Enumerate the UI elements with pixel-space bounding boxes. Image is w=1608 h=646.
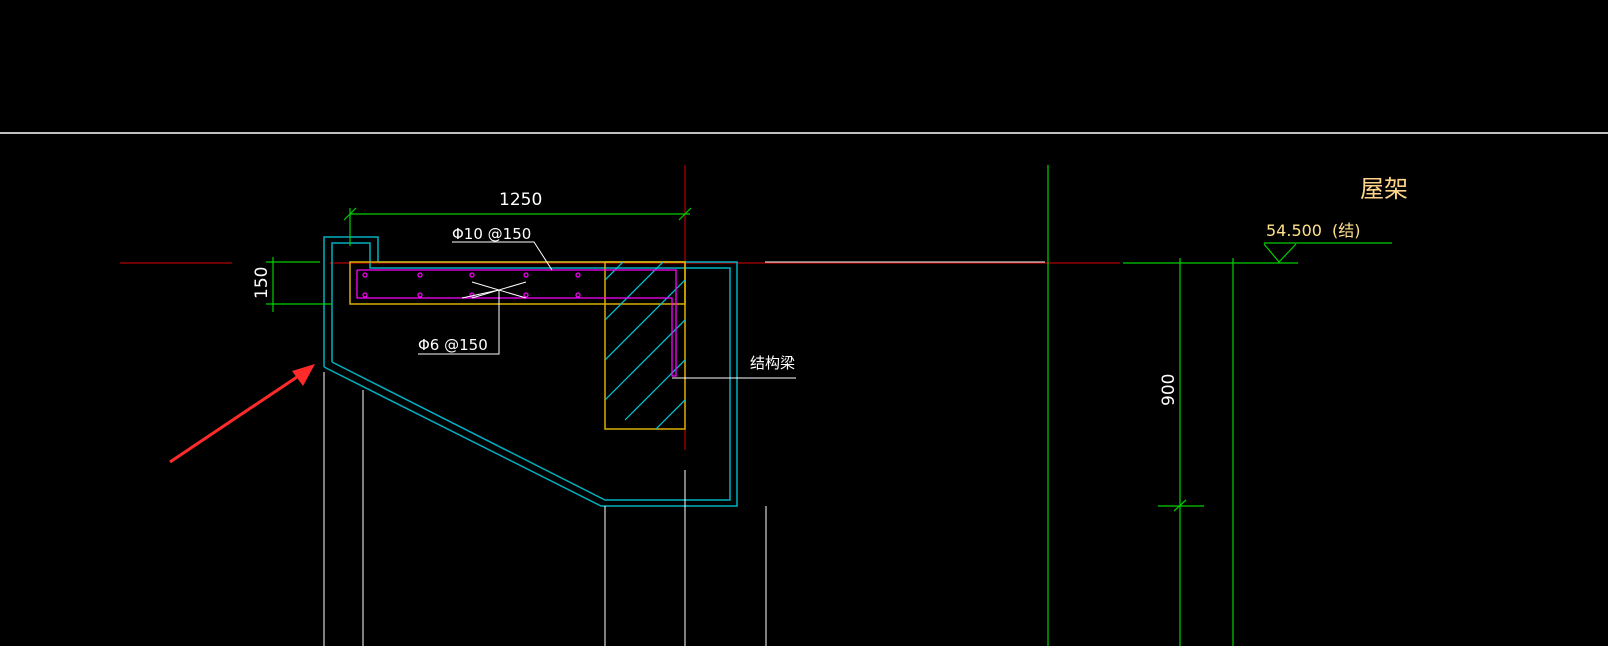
leader-main-rebar	[452, 241, 553, 271]
beam-label: 结构梁	[750, 354, 795, 372]
eave-outline-inner	[331, 242, 731, 501]
eave-outline-outer	[323, 236, 738, 507]
section-title-text: 屋架	[1360, 175, 1408, 203]
rebar-outline	[356, 269, 677, 377]
elevation-triangle-icon	[1263, 243, 1297, 263]
dim-900-text: 900	[1159, 374, 1179, 406]
dim-150-text: 150	[252, 267, 272, 299]
elevation-value-text: 54.500	[1266, 221, 1322, 240]
rebar-main-label: Φ10 @150	[452, 225, 531, 243]
red-arrow-icon	[169, 364, 315, 464]
rebar-dots	[362, 272, 581, 298]
beam-outline	[604, 261, 686, 430]
cad-drawing-canvas: 1250 150 900 54.500 (结) 屋架 Φ10 @150 Φ6 @…	[0, 132, 1608, 646]
dim-1250-text: 1250	[499, 190, 542, 210]
rebar-dist-label: Φ6 @150	[418, 336, 488, 354]
elevation-note-text: (结)	[1332, 221, 1361, 240]
